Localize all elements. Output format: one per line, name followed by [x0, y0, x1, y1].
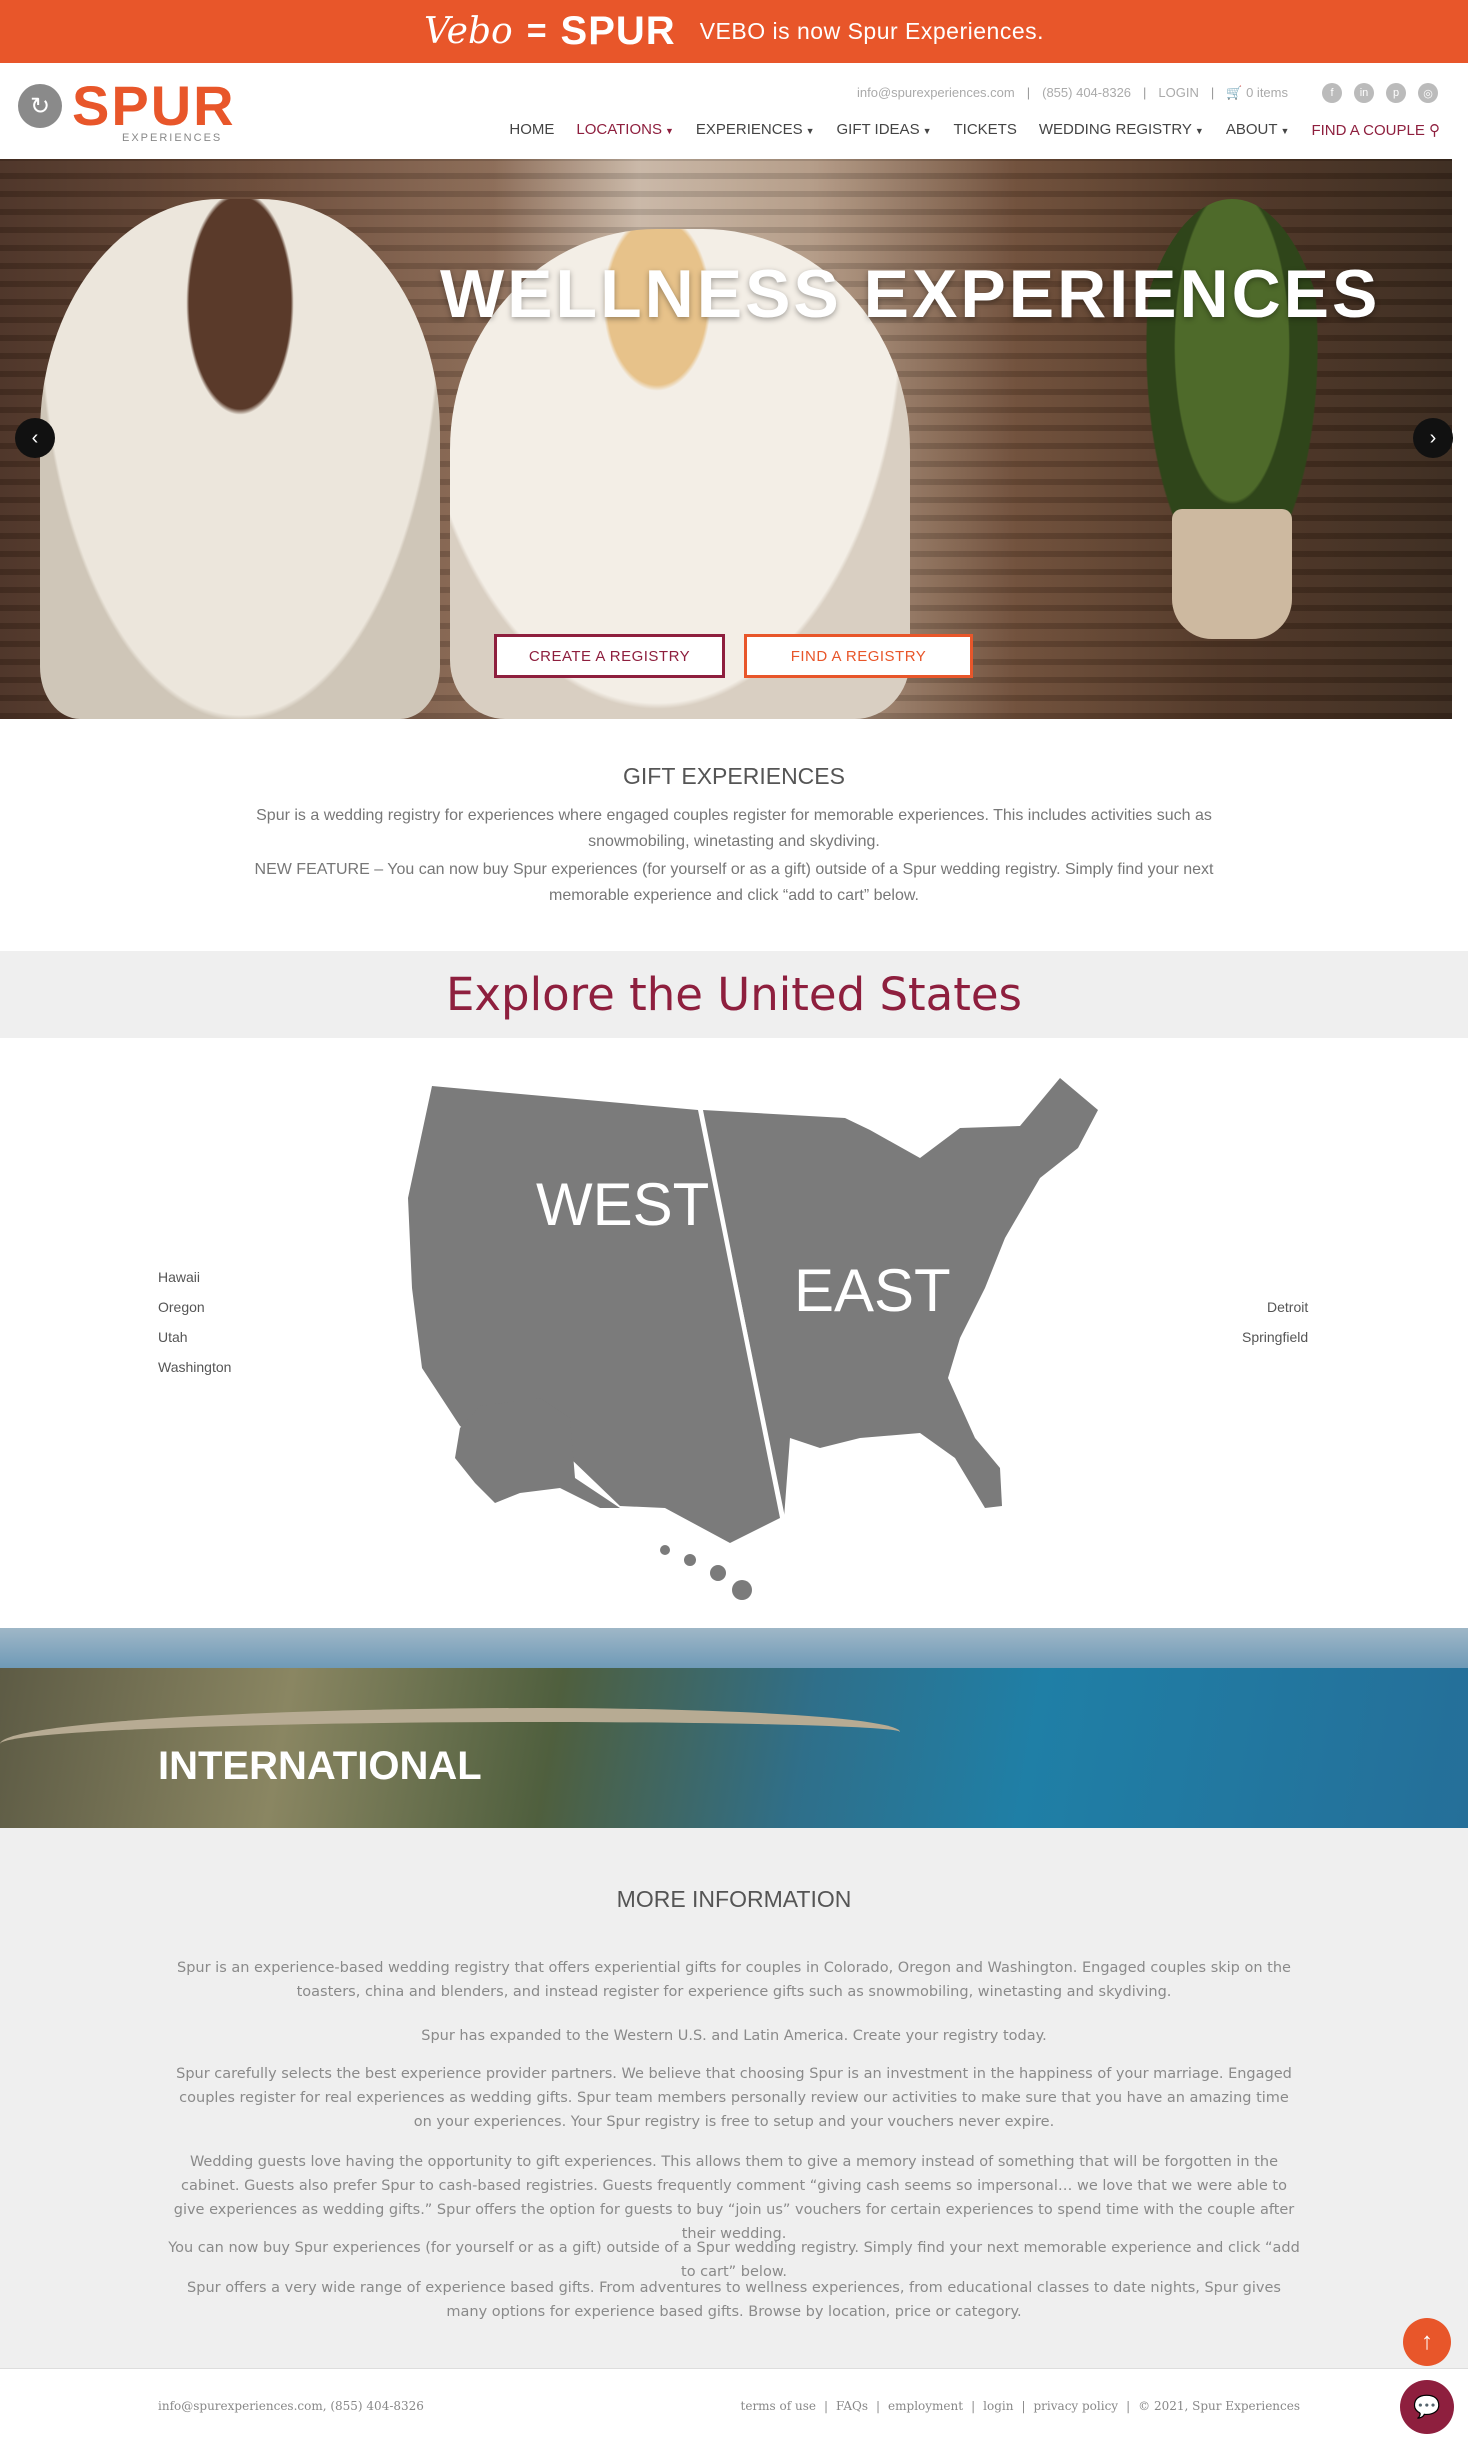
city-link-hawaii[interactable]: Hawaii	[158, 1269, 200, 1285]
nav-gift-ideas[interactable]: GIFT IDEAS ▼	[837, 121, 932, 139]
create-registry-button[interactable]: CREATE A REGISTRY	[494, 634, 725, 678]
nav-locations[interactable]: LOCATIONS ▼	[576, 121, 674, 139]
nav-gift-ideas-label: GIFT IDEAS	[836, 121, 920, 138]
nav-about-label: ABOUT	[1225, 121, 1278, 138]
gift-paragraph: Spur is a wedding registry for experienc…	[256, 807, 1212, 850]
explore-header: Explore the United States	[0, 951, 1468, 1038]
gift-new-feature: NEW FEATURE – You can now buy Spur exper…	[254, 861, 1214, 904]
more-paragraph-2: Spur has expanded to the Western U.S. an…	[421, 2028, 1047, 2044]
footer-faqs-link[interactable]: FAQs	[836, 2399, 868, 2413]
logo-subtitle: EXPERIENCES	[122, 132, 223, 144]
nav-find-a-couple-label: FIND A COUPLE	[1311, 122, 1425, 139]
footer-terms-link[interactable]: terms of use	[741, 2399, 816, 2413]
gift-experiences-section: GIFT EXPERIENCES Spur is a wedding regis…	[0, 719, 1468, 951]
cart-icon: 🛒	[1226, 85, 1243, 100]
nav-tickets[interactable]: TICKETS	[954, 121, 1017, 139]
spur-logo-icon: ↻	[18, 84, 62, 128]
spur-logo[interactable]: ↻ SPUR EXPERIENCES	[18, 74, 236, 144]
us-map-section: WEST EAST Hawaii Oregon Utah Washington …	[0, 1038, 1468, 1628]
city-link-springfield[interactable]: Springfield	[1242, 1329, 1308, 1345]
caret-down-icon: ▼	[1280, 126, 1290, 136]
city-link-utah[interactable]: Utah	[158, 1329, 188, 1345]
city-link-washington[interactable]: Washington	[158, 1359, 231, 1375]
site-header: ↻ SPUR EXPERIENCES info@spurexperiences.…	[0, 63, 1468, 159]
carousel-prev-button[interactable]: ‹	[15, 418, 55, 458]
more-paragraph-4: Wedding guests love having the opportuni…	[173, 2154, 1295, 2242]
announcement-banner[interactable]: Vebo = SPUR VEBO is now Spur Experiences…	[0, 0, 1468, 63]
more-title: MORE INFORMATION	[616, 1886, 852, 1912]
west-label[interactable]: WEST	[536, 1170, 709, 1239]
social-links: f in p ◎	[1322, 83, 1438, 103]
vebo-logo: Vebo	[423, 11, 513, 52]
utility-bar: info@spurexperiences.com | (855) 404-8326…	[857, 85, 1288, 101]
chevron-right-icon: ›	[1429, 426, 1437, 449]
footer-copyright: © 2021, Spur Experiences	[1138, 2399, 1300, 2413]
more-information-section: MORE INFORMATION Spur is an experience-b…	[0, 1828, 1468, 2368]
nav-experiences[interactable]: EXPERIENCES ▼	[696, 121, 815, 139]
cart-count: 0 items	[1246, 85, 1288, 100]
nav-wedding-registry-label: WEDDING REGISTRY	[1038, 121, 1192, 138]
banner-message: VEBO is now Spur Experiences.	[699, 18, 1045, 44]
banner-spur-logo: SPUR	[560, 9, 676, 53]
main-nav: HOME LOCATIONS ▼ EXPERIENCES ▼ GIFT IDEAS ▼…	[509, 121, 1440, 139]
nav-locations-label: LOCATIONS	[576, 121, 662, 138]
chat-bubble-icon: 💬	[1413, 2394, 1441, 2419]
nav-home[interactable]: HOME	[509, 121, 554, 139]
hero-person-man	[40, 199, 440, 719]
intl-sky	[0, 1628, 1468, 1668]
footer-links: terms of use | FAQs | employment | login | p…	[740, 2399, 1300, 2413]
search-icon: ⚲	[1429, 122, 1440, 139]
more-paragraph-1: Spur is an experience-based wedding regi…	[177, 1960, 1291, 2000]
nav-find-a-couple[interactable]: FIND A COUPLE ⚲	[1311, 121, 1440, 139]
more-paragraph-3: Spur carefully selects the best experien…	[176, 2066, 1292, 2130]
gift-title: GIFT EXPERIENCES	[623, 763, 845, 789]
hero-pot	[1172, 509, 1292, 639]
cart-link[interactable]: 🛒 0 items	[1226, 85, 1288, 101]
header-phone-link[interactable]: (855) 404-8326	[1042, 85, 1131, 101]
carousel-next-button[interactable]: ›	[1413, 418, 1453, 458]
international-banner[interactable]: INTERNATIONAL	[0, 1628, 1468, 1828]
header-email-link[interactable]: info@spurexperiences.com	[857, 85, 1015, 101]
caret-down-icon: ▼	[922, 126, 932, 136]
back-to-top-button[interactable]: ↑	[1403, 2318, 1451, 2366]
site-footer: info@spurexperiences.com, (855) 404-8326…	[0, 2368, 1468, 2451]
instagram-icon[interactable]: ◎	[1418, 83, 1438, 103]
footer-employment-link[interactable]: employment	[888, 2399, 963, 2413]
city-link-detroit[interactable]: Detroit	[1267, 1299, 1308, 1315]
chat-button[interactable]: 💬	[1400, 2380, 1454, 2434]
international-title: INTERNATIONAL	[158, 1744, 482, 1788]
header-login-link[interactable]: LOGIN	[1158, 85, 1198, 101]
more-paragraph-6: Spur offers a very wide range of experie…	[187, 2280, 1281, 2320]
footer-privacy-link[interactable]: privacy policy	[1034, 2399, 1119, 2413]
caret-down-icon: ▼	[805, 126, 815, 136]
caret-down-icon: ▼	[664, 126, 674, 136]
facebook-icon[interactable]: f	[1322, 83, 1342, 103]
city-link-oregon[interactable]: Oregon	[158, 1299, 205, 1315]
chevron-left-icon: ‹	[31, 426, 39, 449]
footer-login-link[interactable]: login	[983, 2399, 1013, 2413]
hero-carousel: WELLNESS EXPERIENCES	[0, 159, 1452, 719]
banner-equals: =	[526, 12, 547, 50]
nav-wedding-registry[interactable]: WEDDING REGISTRY ▼	[1039, 121, 1204, 139]
caret-down-icon: ▼	[1194, 126, 1204, 136]
east-label[interactable]: EAST	[794, 1256, 951, 1325]
nav-about[interactable]: ABOUT ▼	[1226, 121, 1290, 139]
explore-title: Explore the United States	[445, 968, 1023, 1021]
nav-experiences-label: EXPERIENCES	[695, 121, 803, 138]
hawaii-shapes	[660, 1545, 752, 1600]
hero-title: WELLNESS EXPERIENCES	[440, 256, 1381, 332]
logo-wordmark: SPUR	[72, 74, 236, 137]
footer-contact[interactable]: info@spurexperiences.com, (855) 404-8326	[158, 2399, 424, 2413]
pinterest-icon[interactable]: p	[1386, 83, 1406, 103]
find-registry-button[interactable]: FIND A REGISTRY	[744, 634, 973, 678]
arrow-up-icon: ↑	[1421, 2328, 1433, 2355]
linkedin-icon[interactable]: in	[1354, 83, 1374, 103]
